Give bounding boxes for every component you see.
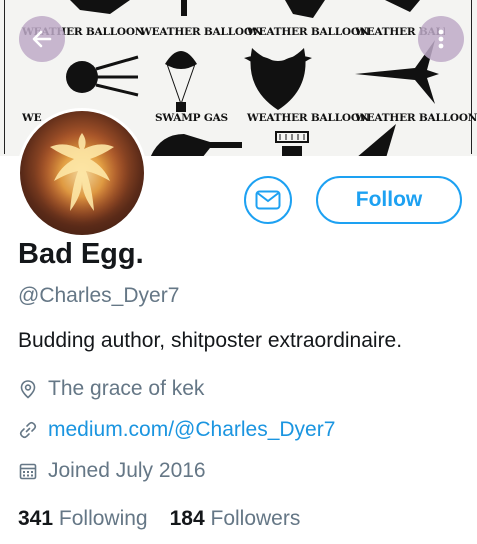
message-button[interactable] [244, 176, 292, 224]
profile-handle: @Charles_Dyer7 [18, 284, 180, 307]
banner-label: WEATHER BALLOON [247, 26, 370, 38]
location-pin-icon [20, 380, 36, 399]
more-vertical-icon [438, 29, 444, 49]
banner-silhouette-4 [385, 0, 420, 12]
joined-text: Joined July 2016 [48, 459, 206, 482]
banner-label: WEATHER BALLOON [355, 112, 477, 124]
banner-balloon-silhouette [165, 51, 197, 112]
more-options-button[interactable] [418, 16, 464, 62]
followers-count: 184 [169, 507, 205, 530]
banner-label: WEATHER BALLOON [247, 112, 370, 124]
banner-jet-silhouette-2 [358, 124, 396, 156]
banner-silhouette-1 [70, 0, 130, 14]
profile-bio: Budding author, shitposter extraordinair… [18, 329, 403, 352]
website-link[interactable]: medium.com/@Charles_Dyer7 [48, 418, 335, 442]
followers-stat[interactable]: 184 Followers [170, 507, 301, 530]
following-stat[interactable]: 341 Following [18, 507, 148, 530]
following-count: 341 [18, 507, 54, 530]
banner-batsignal-silhouette [244, 48, 312, 110]
banner-label: SWAMP GAS [155, 112, 228, 124]
following-label: Following [58, 507, 148, 530]
envelope-icon [255, 190, 281, 210]
back-button[interactable] [19, 16, 65, 62]
profile-name: Bad Egg. [18, 238, 144, 270]
banner-satellite-silhouette [66, 55, 139, 97]
banner-saucer-silhouette [150, 134, 242, 156]
phoenix-avatar-image [34, 127, 130, 223]
back-arrow-icon [32, 30, 52, 48]
banner-silhouette-2 [181, 0, 187, 16]
banner-label: WEATHER BALLOON [140, 26, 263, 38]
profile-location: The grace of kek [18, 375, 204, 403]
follow-button[interactable]: Follow [316, 176, 462, 224]
link-icon [19, 421, 37, 439]
profile-website[interactable]: medium.com/@Charles_Dyer7 [18, 416, 335, 444]
calendar-icon [19, 463, 37, 480]
banner-silhouette-3 [285, 0, 325, 18]
location-text: The grace of kek [48, 377, 205, 400]
followers-label: Followers [210, 507, 301, 530]
avatar[interactable] [17, 108, 147, 238]
profile-stats: 341 Following 184 Followers [18, 507, 300, 531]
profile-joined: Joined July 2016 [18, 457, 206, 485]
banner-tower-silhouette [275, 131, 309, 156]
